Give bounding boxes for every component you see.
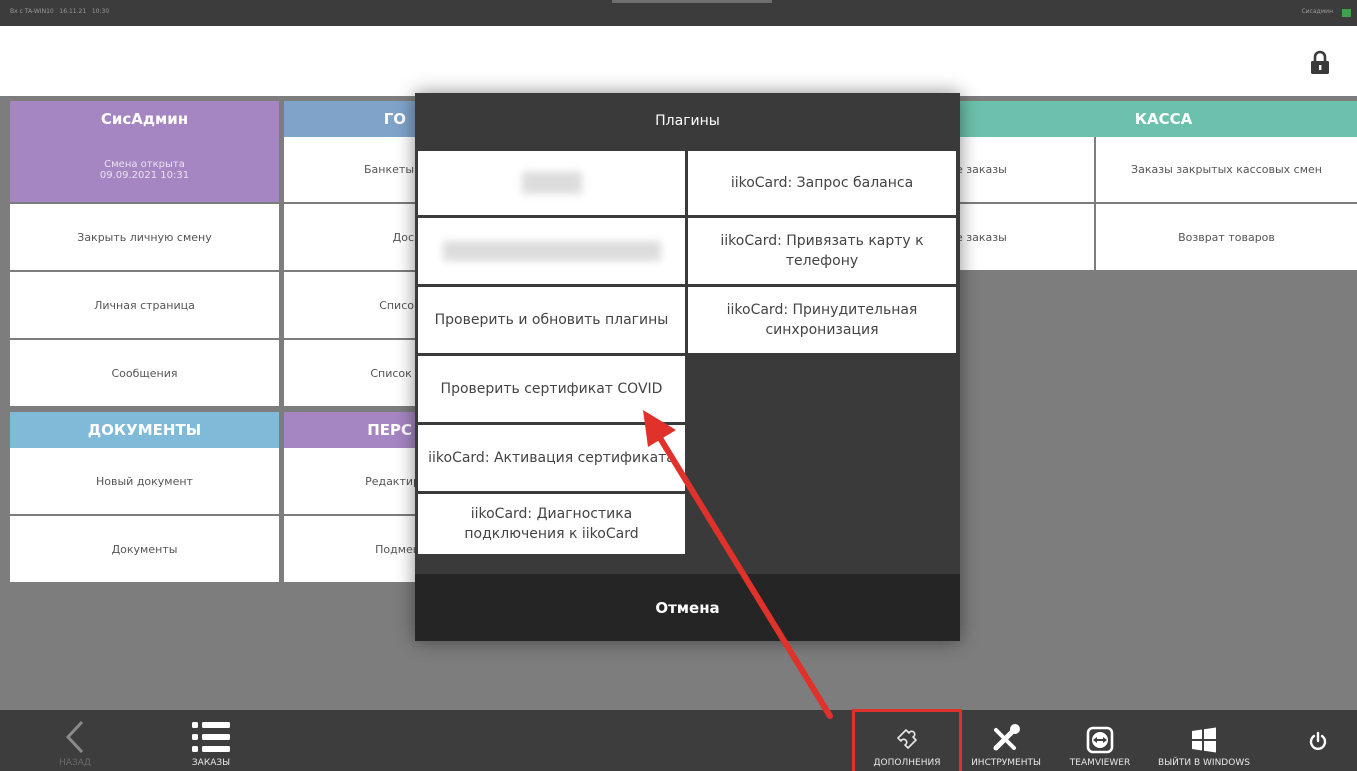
kassa-orders-button[interactable]: е заказы [950,137,1094,202]
tools-label: ИНСТРУМЕНТЫ [971,758,1041,768]
kassa-header: КАССА [950,101,1357,137]
messages-button[interactable]: Сообщения [10,340,279,406]
exit-windows-label: ВЫЙТИ В WINDOWS [1158,758,1250,768]
status-tab [612,0,772,3]
iikocard-activate-certificate-button[interactable]: iikoCard: Активация сертификата [418,425,685,491]
back-button[interactable]: НАЗАД [40,710,110,771]
tools-button[interactable]: ИНСТРУМЕНТЫ [960,710,1052,771]
list-icon [192,722,230,752]
personal-page-button[interactable]: Личная страница [10,272,279,338]
kassa-column: КАССА е заказы Заказы закрытых кассовых … [950,101,1357,271]
blurred-label [521,172,582,194]
banquets-button[interactable]: Банкеты [284,137,424,202]
kassa-orders-2-button[interactable]: е заказы [950,204,1094,270]
edit-button[interactable]: Редактир [284,448,424,514]
check-covid-certificate-button[interactable]: Проверить сертификат COVID [418,356,685,422]
closed-shift-orders-button[interactable]: Заказы закрытых кассовых смен [1096,137,1357,202]
status-right-text: Сисадмин [1301,8,1333,15]
close-shift-button[interactable]: Закрыть личную смену [10,204,279,270]
plugin-button-blurred-2[interactable] [418,218,685,284]
exit-windows-button[interactable]: ВЫЙТИ В WINDOWS [1146,710,1262,771]
lock-icon[interactable] [1309,50,1331,74]
iikocard-balance-request-button[interactable]: iikoCard: Запрос баланса [688,151,956,215]
shift-status-cell: Смена открыта 09.09.2021 10:31 [10,137,279,202]
new-document-button[interactable]: Новый документ [10,448,279,514]
teamviewer-button[interactable]: TEAMVIEWER [1060,710,1140,771]
iikocard-bind-card-phone-button[interactable]: iikoCard: Привязать карту к телефону [688,218,956,284]
shift-date: 09.09.2021 10:31 [99,169,190,181]
personnel-column: ПЕРС Редактир Подмен [284,412,424,584]
substitute-button[interactable]: Подмен [284,516,424,582]
plugins-dialog: Плагины Проверить и обновить плагины Про… [415,93,960,641]
tools-icon [993,724,1020,751]
sysadmin-column: СисАдмин Смена открыта 09.09.2021 10:31 … [10,101,279,406]
bottom-toolbar: НАЗАД ЗАКАЗЫ ДОПОЛНЕНИЯ ИНСТРУМЕНТЫ TEAM… [0,710,1357,771]
iikocard-diagnostics-button[interactable]: iikoCard: Диагностика подключения к iiko… [418,494,685,554]
power-button[interactable] [1296,710,1340,771]
dialog-title: Плагины [655,113,720,129]
sysadmin-header: СисАдмин [10,101,279,137]
back-label: НАЗАД [59,758,91,768]
list-button[interactable]: Списо [284,272,424,338]
teamviewer-label: TEAMVIEWER [1069,758,1131,768]
guests-column: ГО Банкеты Дос Списо Список о [284,101,424,406]
addons-highlight-box [852,709,962,771]
check-update-plugins-button[interactable]: Проверить и обновить плагины [418,287,685,353]
windows-icon [1192,727,1216,753]
status-left-text: Вх с TA-WIN10 16.11.21 10:30 [10,8,110,15]
documents-column: ДОКУМЕНТЫ Новый документ Документы [10,412,279,584]
personnel-header: ПЕРС [284,412,424,448]
orders-list-button[interactable]: Список о [284,340,424,406]
guests-header: ГО [284,101,424,137]
header [0,26,1357,96]
documents-header: ДОКУМЕНТЫ [10,412,279,448]
delivery-button[interactable]: Дос [284,204,424,270]
power-icon [1309,731,1327,750]
return-goods-button[interactable]: Возврат товаров [1096,204,1357,270]
orders-button[interactable]: ЗАКАЗЫ [176,710,246,771]
plugins-grid: Проверить и обновить плагины Проверить с… [415,149,960,574]
chevron-left-icon [65,720,84,754]
cancel-button[interactable]: Отмена [415,574,960,641]
teamviewer-icon [1086,726,1114,754]
orders-label: ЗАКАЗЫ [191,758,231,768]
status-bar: Вх с TA-WIN10 16.11.21 10:30 Сисадмин [0,0,1357,26]
plugin-button-blurred-1[interactable] [418,151,685,215]
documents-button[interactable]: Документы [10,516,279,582]
status-indicator [1342,9,1351,17]
iikocard-force-sync-button[interactable]: iikoCard: Принудительная синхронизация [688,287,956,353]
shift-status: Смена открыта [104,158,185,170]
blurred-label [442,241,661,261]
